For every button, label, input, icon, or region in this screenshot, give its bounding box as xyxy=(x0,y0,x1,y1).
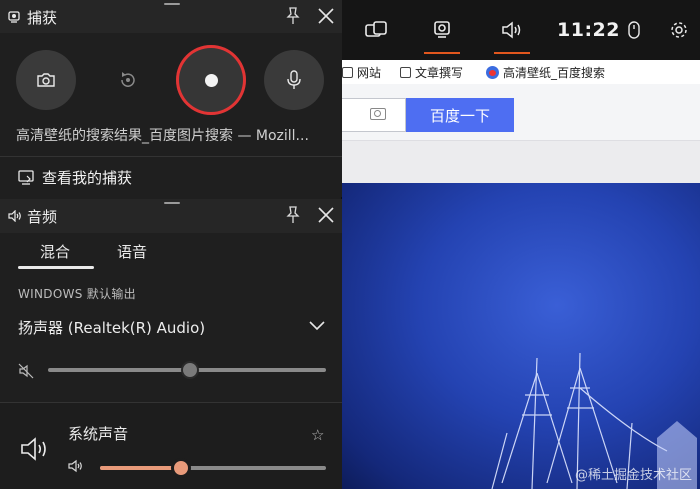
capture-header[interactable]: 捕获 xyxy=(0,0,342,33)
active-indicator xyxy=(494,52,530,54)
settings-button[interactable] xyxy=(666,0,692,60)
view-captures-label: 查看我的捕获 xyxy=(42,169,133,187)
tab-voice[interactable]: 语音 xyxy=(117,241,147,262)
bookmarks-bar: 网站 文章撰写 高清壁纸_百度搜索 xyxy=(342,60,700,84)
clock: 11:22 xyxy=(557,19,620,41)
active-indicator xyxy=(424,52,460,54)
master-volume-slider[interactable] xyxy=(48,361,326,379)
pin-icon[interactable] xyxy=(284,6,302,26)
settings-icon xyxy=(671,22,687,38)
slider-track-filled xyxy=(100,466,181,470)
browser-background: 网站 文章撰写 高清壁纸_百度搜索 百度一下 @稀土掘金技术社区 xyxy=(342,0,700,489)
slider-thumb[interactable] xyxy=(171,458,191,478)
audio-icon xyxy=(502,21,521,39)
camera-icon xyxy=(37,73,55,87)
record-dot-icon xyxy=(204,73,218,87)
app-name: 系统声音 xyxy=(68,425,129,443)
mic-button[interactable] xyxy=(264,50,324,110)
windows-default-output-label: WINDOWS 默认输出 xyxy=(18,287,136,301)
capture-icon xyxy=(8,11,20,23)
app-volume-row: 系统声音 ☆ xyxy=(0,403,342,489)
slider-thumb[interactable] xyxy=(181,361,199,379)
capture-widget-button[interactable] xyxy=(422,0,462,60)
bookmark-hd-wallpaper[interactable]: 高清壁纸_百度搜索 xyxy=(486,64,605,81)
record-last-button[interactable] xyxy=(98,50,158,110)
active-tab-indicator xyxy=(18,266,94,269)
baidu-search-button[interactable]: 百度一下 xyxy=(406,98,514,132)
wallpaper-image[interactable]: @稀土掘金技术社区 xyxy=(342,183,700,489)
chevron-down-icon[interactable] xyxy=(308,320,326,332)
microphone-icon xyxy=(287,70,301,89)
mouse-icon xyxy=(628,21,640,39)
gallery-icon xyxy=(18,170,34,185)
audio-title: 音频 xyxy=(27,208,58,226)
tab-mix[interactable]: 混合 xyxy=(40,241,70,262)
search-row: 百度一下 xyxy=(342,92,700,140)
audio-panel: 音频 混合 语音 WINDOWS 默认输出 扬声器 (Realtek(R) Au… xyxy=(0,199,342,489)
close-icon[interactable] xyxy=(316,205,336,225)
view-captures-link[interactable]: 查看我的捕获 xyxy=(0,156,342,198)
pin-icon[interactable] xyxy=(284,205,302,225)
app-volume-slider[interactable] xyxy=(100,458,326,478)
speaker-icon xyxy=(8,210,21,222)
widget-menu-button[interactable] xyxy=(356,0,396,60)
camera-icon[interactable] xyxy=(370,108,386,120)
audio-header[interactable]: 音频 xyxy=(0,199,342,233)
replay-icon xyxy=(121,72,135,87)
capture-title: 捕获 xyxy=(27,9,58,27)
baidu-paw-icon xyxy=(486,66,499,79)
mouse-button[interactable] xyxy=(622,0,646,60)
speaker-mute-icon[interactable] xyxy=(18,363,34,379)
results-toolbar xyxy=(342,140,700,183)
bookmark-article-writing[interactable]: 文章撰写 xyxy=(400,64,463,81)
ship-illustration xyxy=(491,352,697,489)
bookmark-folder-icon xyxy=(400,67,411,78)
output-device-select[interactable]: 扬声器 (Realtek(R) Audio) xyxy=(18,317,205,338)
system-sounds-icon xyxy=(21,437,46,461)
bookmark-websites[interactable]: 网站 xyxy=(342,64,381,81)
drag-handle[interactable] xyxy=(164,202,180,204)
image-search-input[interactable] xyxy=(342,98,406,132)
speaker-icon[interactable] xyxy=(68,459,84,473)
screenshot-button[interactable] xyxy=(16,50,76,110)
game-bar: 11:22 xyxy=(342,0,700,60)
capture-icon xyxy=(434,21,450,38)
watermark: @稀土掘金技术社区 xyxy=(574,468,692,483)
record-button[interactable] xyxy=(176,45,246,115)
drag-handle[interactable] xyxy=(164,3,180,5)
capture-target-caption: 高清壁纸的搜索结果_百度图片搜索 — Mozill... xyxy=(16,128,309,144)
widget-menu-icon xyxy=(365,21,387,37)
close-icon[interactable] xyxy=(316,6,336,26)
bookmark-folder-icon xyxy=(342,67,353,78)
audio-widget-button[interactable] xyxy=(492,0,532,60)
favorite-star-icon[interactable]: ☆ xyxy=(311,426,324,444)
capture-panel: 捕获 高清壁纸的搜索结果_百度图片搜索 — Mozill... 查看我的捕获 xyxy=(0,0,342,197)
